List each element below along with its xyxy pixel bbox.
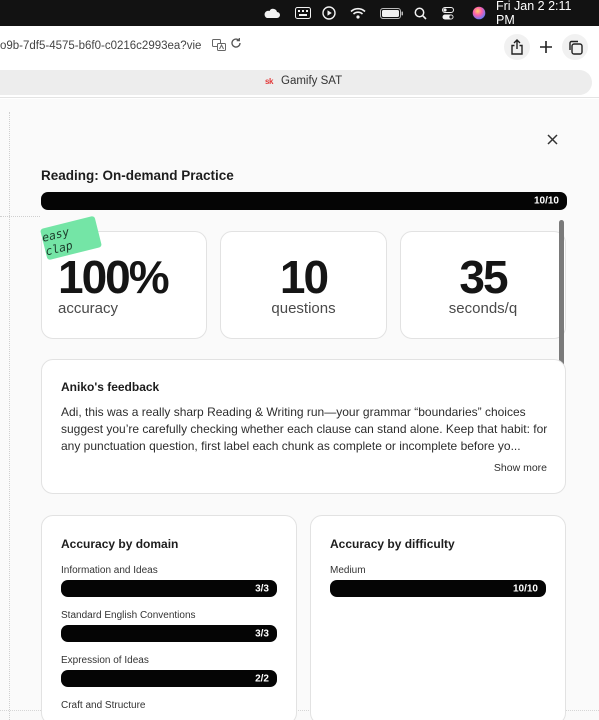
tab-overview-button[interactable] xyxy=(562,34,588,60)
domain-score-bar: 2/2 xyxy=(61,670,277,687)
domain-label: Standard English Conventions xyxy=(61,610,196,621)
domain-score: 3/3 xyxy=(255,628,269,639)
reload-icon[interactable] xyxy=(230,37,242,52)
domain-score: 3/3 xyxy=(255,583,269,594)
accuracy-by-difficulty-card: Accuracy by difficulty Medium 10/10 xyxy=(310,515,566,720)
play-icon[interactable] xyxy=(322,5,336,21)
questions-value: 10 xyxy=(279,251,329,303)
questions-card: 10 questions xyxy=(220,231,387,339)
seconds-per-question-card: 35 seconds/q xyxy=(400,231,566,339)
domain-label: Craft and Structure xyxy=(61,700,146,711)
tab-title: Gamify SAT xyxy=(281,75,343,87)
feedback-card: Aniko's feedback Adi, this was a really … xyxy=(41,359,566,494)
difficulty-score: 10/10 xyxy=(512,583,538,594)
domain-card-title: Accuracy by domain xyxy=(61,537,179,551)
domain-label: Information and Ideas xyxy=(61,565,158,576)
dotted-guide-line xyxy=(9,112,10,720)
tab-bar: sk Gamify SAT xyxy=(0,68,599,98)
search-icon[interactable] xyxy=(413,5,427,21)
address-bar-url[interactable]: o9b-7df5-4575-b6f0-c0216c2993ea?vie xyxy=(0,40,201,52)
domain-score: 2/2 xyxy=(255,673,269,684)
questions-label: questions xyxy=(271,300,336,317)
progress-label: 10/10 xyxy=(533,195,559,207)
difficulty-label: Medium xyxy=(330,565,366,576)
keyboard-icon[interactable] xyxy=(295,5,311,21)
cloud-icon[interactable] xyxy=(263,5,281,21)
accuracy-by-domain-card: Accuracy by domain Information and Ideas… xyxy=(41,515,297,720)
share-button[interactable] xyxy=(504,34,530,60)
dotted-guide-line xyxy=(0,216,40,217)
tab-gamify-sat[interactable]: sk Gamify SAT xyxy=(263,75,342,87)
overall-progress-bar: 10/10 xyxy=(41,192,567,210)
feedback-text: Adi, this was a really sharp Reading & W… xyxy=(61,405,548,453)
battery-icon[interactable] xyxy=(380,5,404,21)
domain-label: Expression of Ideas xyxy=(61,655,149,666)
menu-bar-clock[interactable]: Fri Jan 2 2:11 PM xyxy=(496,0,592,27)
domain-score-bar: 3/3 xyxy=(61,625,277,642)
domain-score-bar: 3/3 xyxy=(61,580,277,597)
page-title: Reading: On-demand Practice xyxy=(41,168,234,183)
siri-icon[interactable] xyxy=(472,5,486,21)
favicon-sk-icon: sk xyxy=(265,76,273,86)
accuracy-label: accuracy xyxy=(58,300,119,317)
browser-toolbar: o9b-7df5-4575-b6f0-c0216c2993ea?vie xyxy=(0,26,599,68)
translate-icon[interactable] xyxy=(212,39,226,54)
accuracy-value: 100% xyxy=(58,251,170,303)
macos-menu-bar: Fri Jan 2 2:11 PM xyxy=(0,0,599,27)
wifi-icon[interactable] xyxy=(350,5,366,21)
seconds-label: seconds/q xyxy=(448,300,518,317)
new-tab-button[interactable] xyxy=(533,34,559,60)
close-button[interactable] xyxy=(543,130,561,148)
difficulty-card-title: Accuracy by difficulty xyxy=(330,537,455,551)
show-more-button[interactable]: Show more xyxy=(494,462,547,474)
control-center-icon[interactable] xyxy=(441,5,455,21)
difficulty-score-bar: 10/10 xyxy=(330,580,546,597)
feedback-title: Aniko's feedback xyxy=(61,380,160,394)
seconds-value: 35 xyxy=(459,251,508,303)
